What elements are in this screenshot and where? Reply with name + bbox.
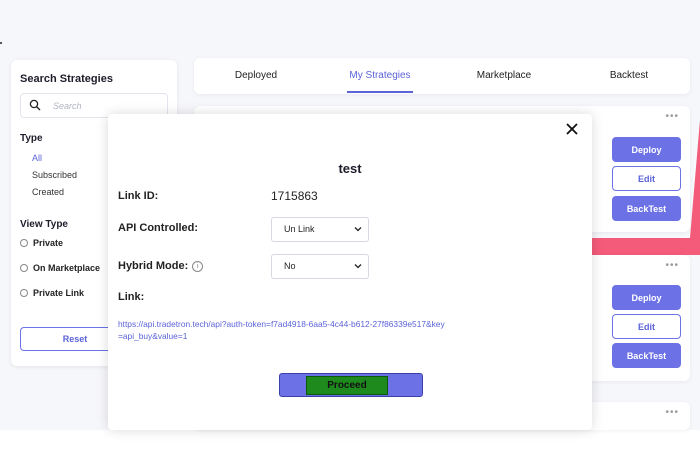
link-id-label: Link ID: (118, 190, 159, 202)
page-footer-area (0, 430, 700, 470)
view-type-private-link-label: Private Link (33, 288, 85, 298)
proceed-button[interactable]: Proceed (279, 373, 423, 397)
chevron-down-icon (354, 264, 362, 269)
chevron-down-icon (354, 227, 362, 232)
api-controlled-label: API Controlled: (118, 222, 199, 234)
search-input[interactable] (51, 97, 160, 115)
stray-dot (0, 42, 2, 44)
type-section-title: Type (20, 133, 43, 144)
tab-marketplace[interactable]: Marketplace (464, 70, 544, 81)
filter-panel-title: Search Strategies (20, 73, 113, 85)
tab-backtest[interactable]: Backtest (594, 70, 664, 81)
radio-private-link[interactable] (20, 289, 28, 297)
hybrid-mode-label: Hybrid Mode: i (118, 260, 204, 272)
deploy-button[interactable]: Deploy (612, 285, 681, 310)
hybrid-mode-value: No (284, 261, 296, 271)
link-id-value: 1715863 (271, 189, 318, 203)
hybrid-mode-label-text: Hybrid Mode: (118, 260, 189, 272)
type-filter-created[interactable]: Created (32, 187, 64, 197)
radio-private[interactable] (20, 239, 28, 247)
decorative-pink-band (592, 238, 700, 255)
backtest-button[interactable]: BackTest (612, 196, 681, 221)
view-type-private-label: Private (33, 238, 64, 248)
edit-button[interactable]: Edit (612, 166, 681, 191)
close-icon[interactable] (565, 122, 579, 136)
link-label: Link: (118, 291, 145, 303)
search-icon (29, 99, 41, 111)
strategy-tabs: Deployed My Strategies Marketplace Backt… (194, 58, 690, 94)
radio-marketplace[interactable] (20, 264, 28, 272)
info-icon[interactable]: i (192, 261, 204, 272)
api-controlled-value: Un Link (284, 224, 315, 234)
type-filter-subscribed[interactable]: Subscribed (32, 170, 77, 180)
view-type-section-title: View Type (20, 219, 68, 230)
view-type-private[interactable]: Private (20, 238, 63, 248)
more-options-icon[interactable]: ••• (665, 407, 679, 418)
edit-button[interactable]: Edit (612, 314, 681, 339)
more-options-icon[interactable]: ••• (665, 111, 679, 122)
hybrid-mode-select[interactable]: No (271, 254, 369, 279)
private-link-modal: test Link ID: 1715863 API Controlled: Un… (108, 114, 592, 430)
view-type-marketplace[interactable]: On Marketplace (20, 263, 100, 273)
view-type-private-link[interactable]: Private Link (20, 288, 84, 298)
api-link[interactable]: https://api.tradetron.tech/api?auth-toke… (118, 318, 448, 342)
type-filter-all[interactable]: All (32, 153, 42, 163)
tab-my-strategies[interactable]: My Strategies (342, 70, 418, 81)
active-tab-indicator (347, 91, 413, 93)
proceed-button-label: Proceed (306, 376, 388, 395)
modal-title: test (338, 161, 362, 176)
deploy-button[interactable]: Deploy (612, 137, 681, 162)
more-options-icon[interactable]: ••• (665, 260, 679, 271)
view-type-marketplace-label: On Marketplace (33, 263, 101, 273)
decorative-pink-shape (690, 120, 700, 238)
backtest-button[interactable]: BackTest (612, 343, 681, 368)
api-controlled-select[interactable]: Un Link (271, 217, 369, 242)
tab-deployed[interactable]: Deployed (224, 70, 288, 81)
